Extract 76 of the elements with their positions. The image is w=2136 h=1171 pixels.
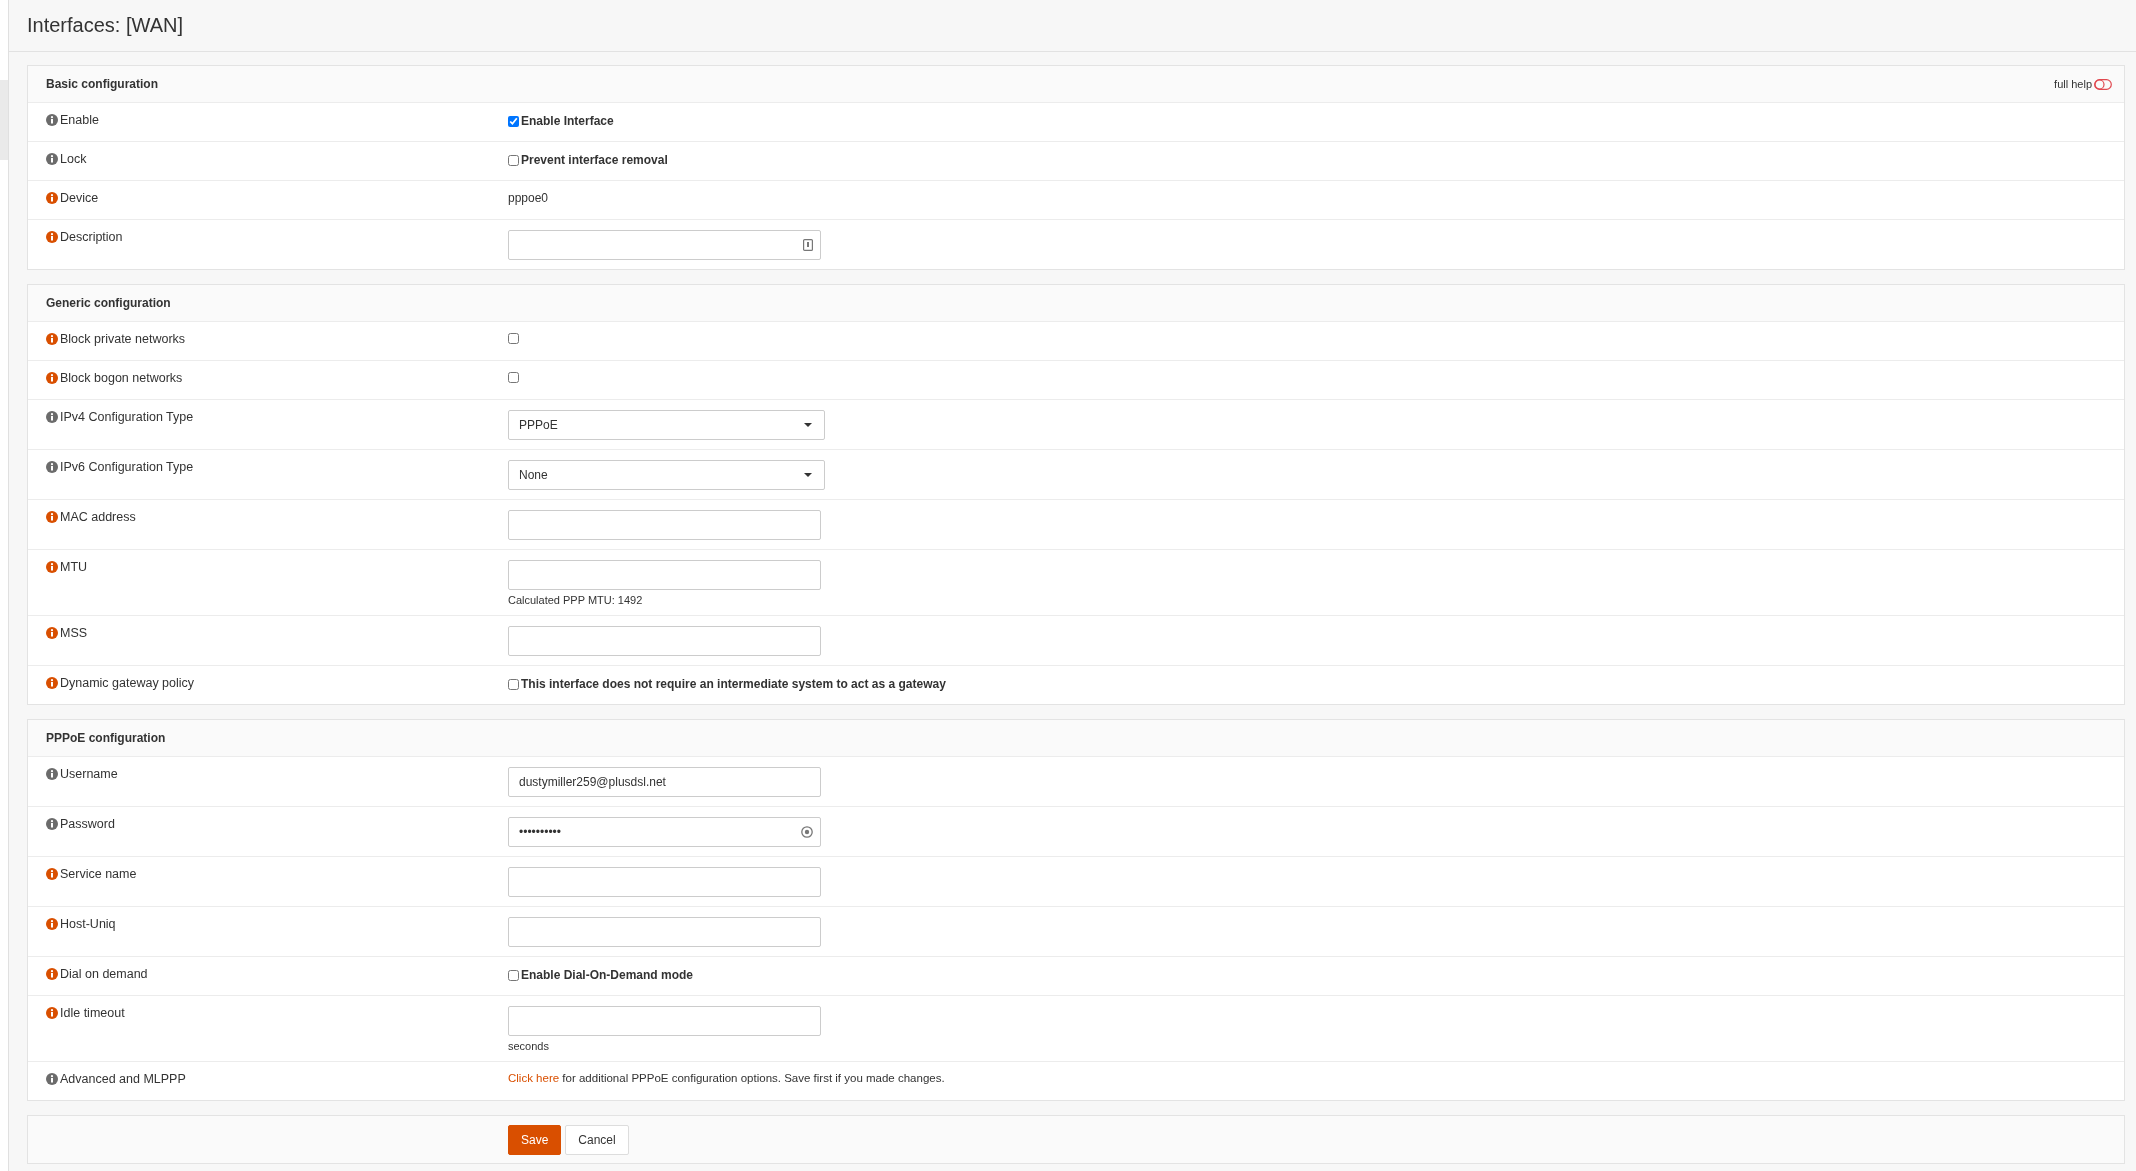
checkbox[interactable] bbox=[508, 333, 519, 344]
field-label: IPv4 Configuration Type bbox=[60, 410, 194, 424]
note-icon bbox=[803, 239, 813, 251]
input-field[interactable] bbox=[508, 917, 821, 947]
info-icon[interactable] bbox=[46, 818, 58, 830]
info-icon[interactable] bbox=[46, 114, 58, 126]
help-text: Click here for additional PPPoE configuration options. Save first if you made changes. bbox=[508, 1072, 945, 1084]
info-icon[interactable] bbox=[46, 627, 58, 639]
field-label: Block bogon networks bbox=[60, 371, 183, 385]
dropdown[interactable]: PPPoE bbox=[508, 410, 825, 440]
info-icon[interactable] bbox=[46, 1073, 58, 1085]
section-title: PPPoE configuration bbox=[46, 731, 166, 745]
caret-icon bbox=[804, 473, 812, 477]
checkbox-label: Enable Interface bbox=[521, 114, 614, 128]
checkbox-label: This interface does not require an intermediate system to act as a gateway bbox=[521, 677, 946, 691]
eye-icon bbox=[801, 826, 813, 838]
info-icon[interactable] bbox=[46, 868, 58, 880]
field-label: Password bbox=[60, 817, 115, 831]
input-field[interactable] bbox=[508, 867, 821, 897]
info-icon[interactable] bbox=[46, 461, 58, 473]
input-field[interactable] bbox=[508, 230, 821, 260]
info-icon[interactable] bbox=[46, 677, 58, 689]
full-help-toggle[interactable]: full help bbox=[2054, 78, 2112, 90]
info-icon[interactable] bbox=[46, 372, 58, 384]
toggle-icon bbox=[2094, 78, 2112, 90]
info-icon[interactable] bbox=[46, 411, 58, 423]
field-label: Enable bbox=[60, 113, 99, 127]
section-title: Generic configuration bbox=[46, 296, 171, 310]
field-label: Block private networks bbox=[60, 332, 186, 346]
field-label: MTU bbox=[60, 560, 88, 574]
input-field[interactable] bbox=[508, 560, 821, 590]
field-label: Username bbox=[60, 767, 118, 781]
password-field[interactable]: •••••••••• bbox=[508, 817, 821, 847]
info-icon[interactable] bbox=[46, 231, 58, 243]
field-label: MSS bbox=[60, 626, 88, 640]
input-field[interactable] bbox=[508, 1006, 821, 1036]
field-label: Lock bbox=[60, 152, 87, 166]
checkbox-label: Enable Dial-On-Demand mode bbox=[521, 968, 694, 982]
field-label: Idle timeout bbox=[60, 1006, 125, 1020]
info-icon[interactable] bbox=[46, 1007, 58, 1019]
checkbox[interactable] bbox=[508, 115, 519, 127]
cancel-button[interactable]: Cancel bbox=[565, 1125, 629, 1155]
checkbox[interactable] bbox=[508, 372, 519, 383]
dropdown[interactable]: None bbox=[508, 460, 825, 490]
help-text: Calculated PPP MTU: 1492 bbox=[508, 594, 644, 606]
field-label: MAC address bbox=[60, 510, 136, 524]
checkbox[interactable] bbox=[508, 678, 519, 690]
info-icon[interactable] bbox=[46, 192, 58, 204]
section-title: Basic configuration bbox=[46, 77, 158, 91]
input-field[interactable] bbox=[508, 510, 821, 540]
field-label: Host-Uniq bbox=[60, 917, 116, 931]
field-value: pppoe0 bbox=[508, 191, 549, 205]
info-icon[interactable] bbox=[46, 561, 58, 573]
info-icon[interactable] bbox=[46, 968, 58, 980]
input-field[interactable] bbox=[508, 626, 821, 656]
field-label: Description bbox=[60, 230, 123, 244]
info-icon[interactable] bbox=[46, 511, 58, 523]
field-label: Dynamic gateway policy bbox=[60, 676, 195, 690]
field-label: IPv6 Configuration Type bbox=[60, 460, 194, 474]
field-label: Dial on demand bbox=[60, 967, 148, 981]
caret-icon bbox=[804, 423, 812, 427]
input-field[interactable]: dustymiller259@plusdsl.net bbox=[508, 767, 821, 797]
field-label: Service name bbox=[60, 867, 137, 881]
save-button[interactable]: Save bbox=[508, 1125, 562, 1155]
checkbox[interactable] bbox=[508, 154, 519, 166]
checkbox[interactable] bbox=[508, 969, 519, 981]
info-icon[interactable] bbox=[46, 153, 58, 165]
info-icon[interactable] bbox=[46, 918, 58, 930]
checkbox-label: Prevent interface removal bbox=[521, 153, 668, 167]
field-label: Device bbox=[60, 191, 99, 205]
link[interactable]: Click here bbox=[508, 1072, 560, 1084]
info-icon[interactable] bbox=[46, 768, 58, 780]
info-icon[interactable] bbox=[46, 333, 58, 345]
help-text: seconds bbox=[508, 1040, 550, 1052]
page-title: Interfaces: [WAN] bbox=[27, 14, 183, 37]
field-label: Advanced and MLPPP bbox=[60, 1072, 186, 1086]
